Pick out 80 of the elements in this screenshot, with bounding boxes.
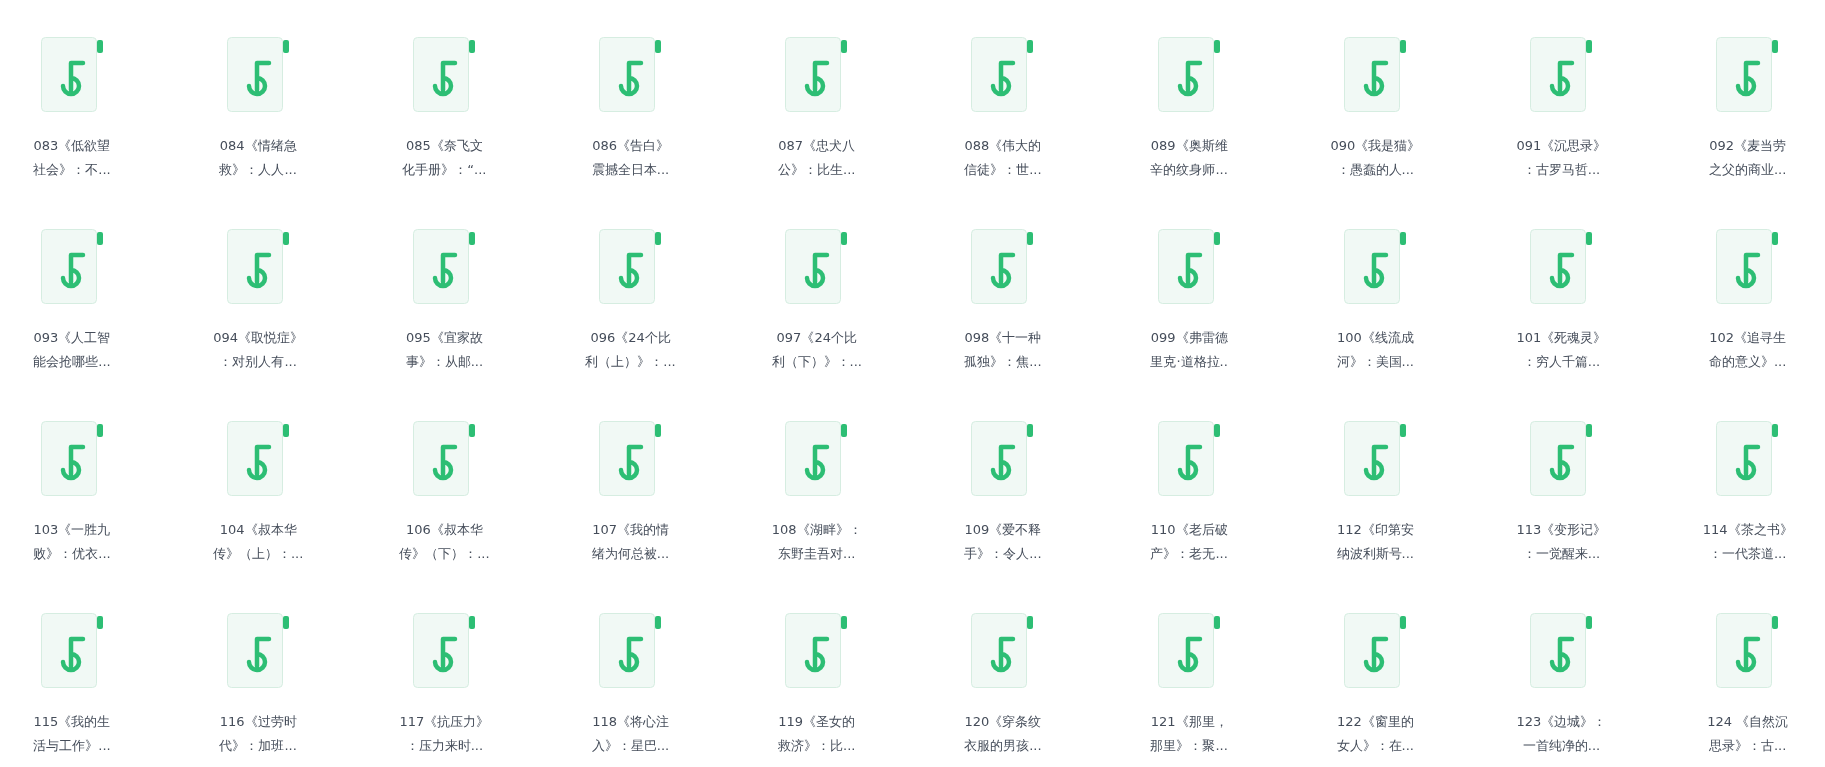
music-file-icon[interactable] [412,613,476,688]
file-name: 103《一胜九 败》：优衣... [33,521,111,563]
music-file-icon[interactable] [226,421,290,496]
file-name: 102《追寻生 命的意义》... [1709,329,1787,371]
music-file-icon[interactable] [1530,37,1593,112]
music-file-icon[interactable] [40,421,104,496]
music-file-icon[interactable] [1343,421,1407,496]
music-file-icon[interactable] [785,229,849,304]
file-name: 087《忠犬八 公》：比生... [778,137,856,179]
music-file-icon[interactable] [1157,229,1221,304]
music-file-icon[interactable] [599,229,663,304]
file-name: 086《告白》 震撼全日本... [591,137,670,179]
file-name: 104《叔本华 传》（上）：... [213,521,304,563]
file-name: 108《湖畔》： 东野圭吾对... [771,521,862,563]
file-name: 099《弗雷德 里克·道格拉.. [1150,329,1228,371]
music-file-icon[interactable] [1157,37,1221,112]
music-file-icon[interactable] [1716,37,1780,112]
file-name: 083《低欲望 社会》：不... [33,137,111,179]
file-name: 100《线流成 河》：美国... [1336,329,1414,371]
file-name: 118《将心注 入》：星巴... [591,713,670,755]
music-file-icon[interactable] [226,37,290,112]
music-file-icon[interactable] [1530,613,1593,688]
file-name: 092《麦当劳 之父的商业... [1709,137,1787,179]
music-file-icon[interactable] [40,613,104,688]
music-file-icon[interactable] [412,37,476,112]
file-name: 122《窗里的 女人》：在... [1336,713,1414,755]
music-file-icon[interactable] [40,229,104,304]
music-file-icon[interactable] [971,421,1035,496]
file-name: 085《奈飞文 化手册》：“... [402,137,487,179]
file-name: 114《茶之书》 ：一代茶道... [1702,521,1793,563]
file-name: 090《我是猫》 ：愚蠢的人... [1330,137,1421,179]
file-name: 093《人工智 能会抢哪些... [33,329,111,371]
file-name: 088《伟大的 信徒》：世... [964,137,1042,179]
music-file-icon[interactable] [1157,421,1221,496]
music-file-icon[interactable] [412,421,476,496]
music-file-icon[interactable] [1343,613,1407,688]
file-name: 094《取悦症》 ：对别人有... [213,329,304,371]
file-name: 123《边城》： 一首纯净的... [1516,713,1607,755]
file-name: 110《老后破 产》：老无... [1150,521,1228,563]
music-file-icon[interactable] [971,613,1035,688]
music-file-icon[interactable] [1716,229,1780,304]
music-file-icon[interactable] [226,229,290,304]
file-name: 109《爱不释 手》：令人... [964,521,1042,563]
music-file-icon[interactable] [40,37,104,112]
file-name: 089《奥斯维 辛的纹身师... [1150,137,1228,179]
file-name: 091《沉思录》 ：古罗马哲... [1516,137,1607,179]
file-name: 115《我的生 活与工作》... [33,713,111,755]
music-file-icon[interactable] [785,421,849,496]
music-file-icon[interactable] [599,421,663,496]
music-file-icon[interactable] [599,37,663,112]
music-file-icon[interactable] [226,613,290,688]
file-name: 106《叔本华 传》（下）：... [399,521,490,563]
music-file-icon[interactable] [1530,421,1593,496]
music-file-icon[interactable] [971,229,1035,304]
file-name: 117《抗压力》 ：压力来时... [399,713,490,755]
music-file-icon[interactable] [412,229,476,304]
file-name: 112《印第安 纳波利斯号... [1336,521,1414,563]
music-file-icon[interactable] [971,37,1035,112]
music-file-icon[interactable] [1716,613,1780,688]
music-file-icon[interactable] [1716,421,1780,496]
file-name: 095《宜家故 事》：从邮... [405,329,484,371]
file-name: 084《情绪急 救》：人人... [219,137,297,179]
file-name: 120《穿条纹 衣服的男孩... [964,713,1042,755]
file-name: 096《24个比 利（上）》：... [585,329,676,371]
music-file-icon[interactable] [599,613,663,688]
file-name: 097《24个比 利（下）》：... [771,329,862,371]
music-file-icon[interactable] [1530,229,1593,304]
file-name: 116《过劳时 代》：加班... [219,713,297,755]
music-file-icon[interactable] [1157,613,1221,688]
file-name: 119《圣女的 救济》：比... [778,713,856,755]
music-file-icon[interactable] [785,37,849,112]
music-file-icon[interactable] [785,613,849,688]
music-file-icon[interactable] [1343,37,1407,112]
file-name: 121《那里， 那里》：聚... [1150,713,1228,755]
file-name: 098《十一种 孤独》：焦... [964,329,1042,371]
file-name: 101《死魂灵》 ：穷人千篇... [1516,329,1607,371]
file-name: 113《变形记》 ：一觉醒来... [1516,521,1607,563]
file-name: 124 《自然沉 思录》：古... [1707,713,1789,755]
file-name: 107《我的情 绪为何总被... [591,521,670,563]
music-file-icon[interactable] [1343,229,1407,304]
